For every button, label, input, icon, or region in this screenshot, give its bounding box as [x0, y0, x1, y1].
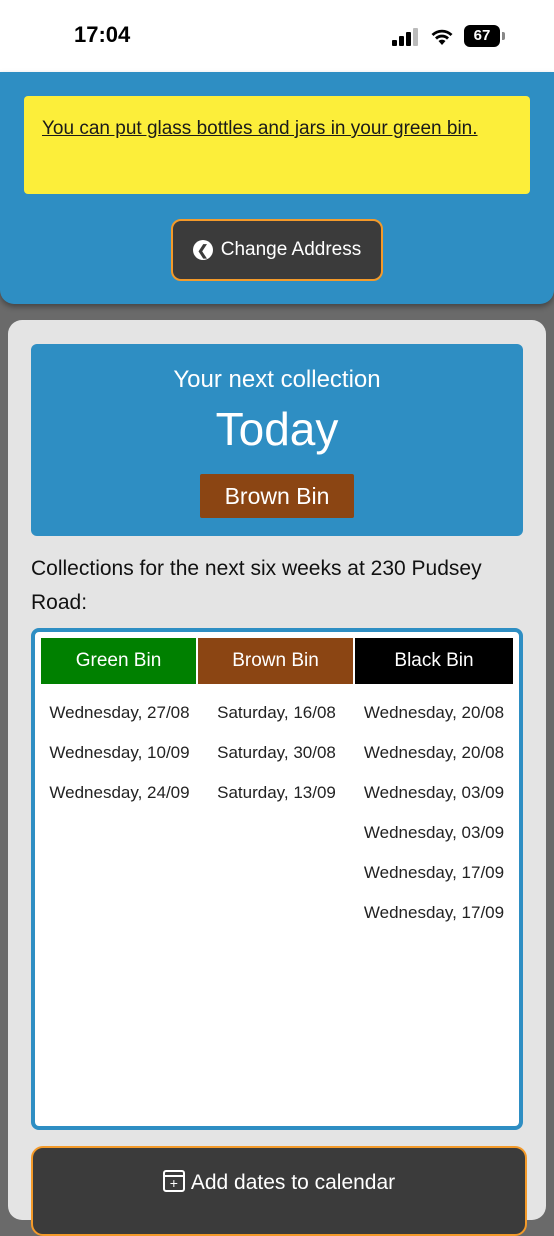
- change-address-label: Change Address: [220, 239, 362, 260]
- collections-card: Your next collection Today Brown Bin Col…: [8, 320, 546, 1236]
- battery-icon: 67: [464, 25, 500, 47]
- next-collection-label: Your next collection: [173, 366, 381, 393]
- next-collection-date: Today: [215, 403, 339, 455]
- cellular-signal-icon: [392, 28, 418, 46]
- next-collection-box: Your next collection Today Brown Bin: [31, 344, 523, 536]
- header-panel: You can put glass bottles and jars in yo…: [0, 72, 554, 304]
- next-collection-bin: Brown Bin: [200, 474, 354, 518]
- green-bin-dates: Wednesday, 27/08 Wednesday, 10/09 Wednes…: [41, 684, 198, 938]
- brown-bin-dates: Saturday, 16/08 Saturday, 30/08 Saturday…: [198, 684, 355, 938]
- green-bin-header: Green Bin: [41, 638, 198, 684]
- brown-bin-header: Brown Bin: [198, 638, 355, 684]
- arrow-left-circle-icon: ❮: [192, 240, 213, 260]
- collection-date: Wednesday, 27/08: [49, 703, 190, 722]
- collection-date: Wednesday, 03/09: [363, 783, 505, 802]
- collection-date: Wednesday, 24/09: [49, 783, 190, 802]
- collection-date: Wednesday, 17/09: [363, 863, 505, 882]
- collection-date: Saturday, 30/08: [217, 743, 336, 762]
- collection-date: Wednesday, 10/09: [49, 743, 190, 762]
- battery-tip: [502, 32, 505, 40]
- collection-date: Saturday, 16/08: [217, 703, 336, 722]
- black-bin-header: Black Bin: [355, 638, 513, 684]
- wifi-icon: [431, 29, 453, 45]
- six-weeks-heading: Collections for the next six weeks at 23…: [31, 557, 482, 614]
- collection-date: Wednesday, 03/09: [363, 823, 505, 842]
- status-time: 17:04: [74, 22, 131, 47]
- add-to-calendar-button[interactable]: Add dates to calendar: [31, 1146, 527, 1236]
- collection-date: Saturday, 13/09: [217, 783, 336, 802]
- glass-notice: You can put glass bottles and jars in yo…: [24, 96, 530, 194]
- calendar-plus-icon: [162, 1170, 185, 1192]
- change-address-button[interactable]: ❮ Change Address: [171, 219, 383, 281]
- black-bin-dates: Wednesday, 20/08 Wednesday, 20/08 Wednes…: [355, 684, 513, 938]
- collection-date: Wednesday, 20/08: [363, 743, 505, 762]
- status-bar: 17:04 67: [0, 0, 554, 72]
- collections-table: Green Bin Brown Bin Black Bin Wednesday,…: [41, 638, 513, 938]
- add-to-calendar-label: Add dates to calendar: [190, 1171, 396, 1194]
- collection-date: Wednesday, 17/09: [363, 903, 505, 922]
- collections-table-wrapper: Green Bin Brown Bin Black Bin Wednesday,…: [31, 628, 523, 1130]
- glass-notice-link[interactable]: You can put glass bottles and jars in yo…: [42, 118, 478, 139]
- collection-date: Wednesday, 20/08: [363, 703, 505, 722]
